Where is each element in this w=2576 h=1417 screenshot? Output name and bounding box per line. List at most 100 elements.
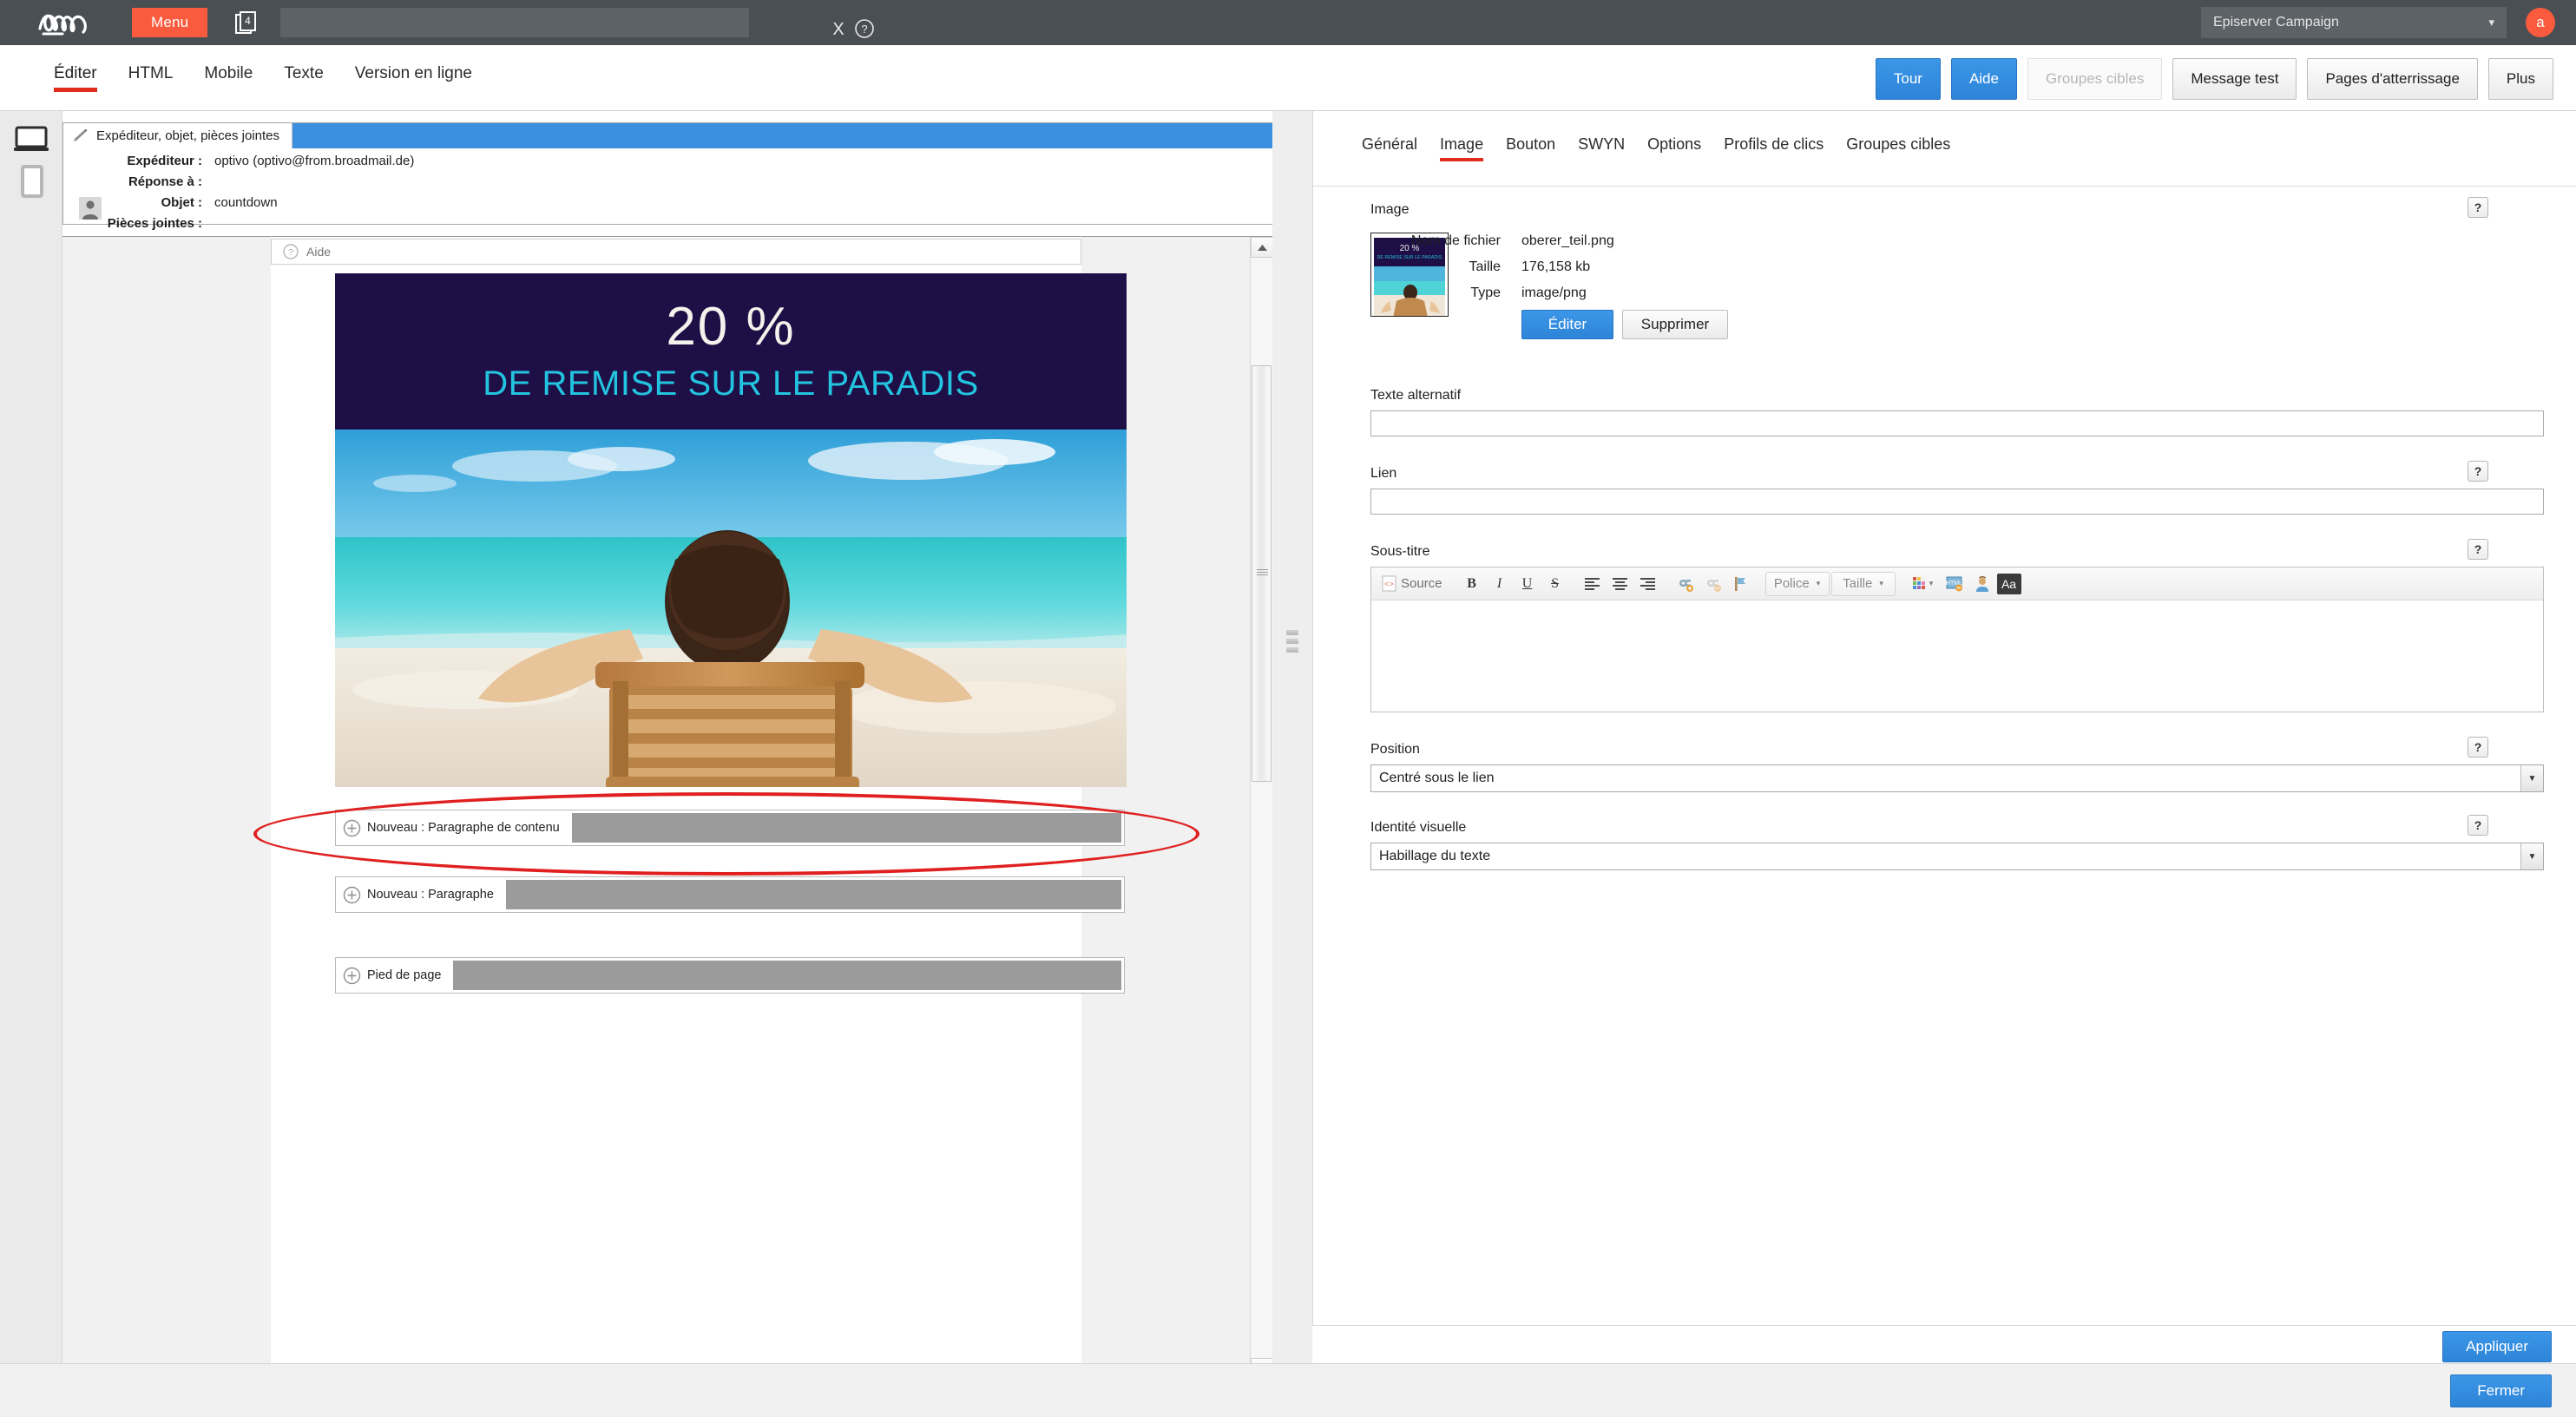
- tab-editer[interactable]: Éditer: [54, 64, 97, 92]
- anchor-button[interactable]: [1728, 571, 1754, 597]
- image-properties-panel: Général Image Bouton SWYN Options Profil…: [1312, 111, 2576, 1325]
- groupes-cibles-button[interactable]: Groupes cibles: [2027, 58, 2163, 100]
- plus-button[interactable]: Plus: [2487, 58, 2553, 100]
- text-color-icon[interactable]: ▾: [1907, 571, 1940, 597]
- size-value: 176,158 kb: [1521, 259, 1591, 274]
- font-size-label: Taille: [1843, 576, 1873, 591]
- block-fill: [571, 813, 1121, 843]
- scrollbar-thumb[interactable]: [1252, 365, 1272, 782]
- unlink-button[interactable]: [1700, 571, 1726, 597]
- aide-block-row[interactable]: ? Aide: [271, 239, 1081, 265]
- html-snippet-icon[interactable]: HTML: [1942, 571, 1968, 597]
- alt-text-input[interactable]: [1370, 410, 2544, 436]
- panel-tabs: Général Image Bouton SWYN Options Profil…: [1362, 135, 1950, 161]
- mobile-preview-icon[interactable]: [21, 165, 43, 198]
- svg-text:<>: <>: [1384, 581, 1394, 589]
- search-help-icon[interactable]: ?: [853, 17, 876, 40]
- episerver-logo-icon: [36, 8, 113, 37]
- objet-label: Objet :: [161, 195, 203, 210]
- position-help-icon[interactable]: ?: [2468, 737, 2488, 758]
- block-pied-de-page[interactable]: Pied de page: [335, 957, 1125, 994]
- pencil-icon: [72, 128, 89, 143]
- plus-circle-icon: [343, 819, 361, 837]
- subtitle-label: Sous-titre: [1370, 544, 1430, 559]
- block-label-wrap: Pied de page: [336, 958, 454, 993]
- subtitle-rich-text-editor[interactable]: <> Source B I U S Police ▾ Taille ▾ ▾ HT…: [1370, 567, 2544, 712]
- sender-box-tab[interactable]: Expéditeur, objet, pièces jointes: [63, 123, 292, 148]
- change-case-button[interactable]: Aa: [1996, 573, 2021, 594]
- tab-image[interactable]: Image: [1440, 135, 1484, 161]
- tab-swyn[interactable]: SWYN: [1578, 135, 1625, 161]
- global-search-input[interactable]: X ?: [280, 8, 875, 39]
- block-label-text: Nouveau : Paragraphe: [367, 888, 494, 902]
- personalization-icon[interactable]: [1969, 571, 1995, 597]
- aide-button[interactable]: Aide: [1950, 58, 2017, 100]
- block-nouveau-paragraphe-de-contenu[interactable]: Nouveau : Paragraphe de contenu: [335, 810, 1125, 846]
- close-button[interactable]: Fermer: [2450, 1374, 2552, 1407]
- insert-link-button[interactable]: [1672, 571, 1699, 597]
- sender-subject-attachments-box: Expéditeur, objet, pièces jointes Expédi…: [62, 122, 1298, 231]
- subtitle-editor-content[interactable]: [1371, 600, 2543, 712]
- tab-texte[interactable]: Texte: [284, 64, 323, 92]
- underline-button[interactable]: U: [1515, 571, 1541, 597]
- tab-profils-de-clics[interactable]: Profils de clics: [1724, 135, 1824, 161]
- tab-general[interactable]: Général: [1362, 135, 1417, 161]
- position-value: Centré sous le lien: [1379, 771, 1495, 785]
- tab-version-en-ligne[interactable]: Version en ligne: [355, 64, 472, 92]
- source-button[interactable]: <> Source: [1377, 571, 1448, 597]
- visual-identity-select[interactable]: Habillage du texte ▼: [1370, 843, 2544, 870]
- edit-image-button[interactable]: Éditer: [1521, 310, 1613, 339]
- chevron-down-icon: ▼: [2520, 765, 2543, 791]
- image-help-icon[interactable]: ?: [2468, 197, 2488, 218]
- editor-toolbar: <> Source B I U S Police ▾ Taille ▾ ▾ HT…: [1371, 567, 2543, 600]
- plus-circle-icon: [343, 886, 361, 904]
- align-left-button[interactable]: [1580, 571, 1606, 597]
- objet-value[interactable]: countdown: [214, 195, 278, 210]
- meta-row-filename: Nom de fichier oberer_teil.png: [1370, 233, 1909, 249]
- type-label: Type: [1470, 285, 1501, 300]
- panel-splitter[interactable]: [1272, 111, 1312, 1417]
- font-family-combo[interactable]: Police ▾: [1764, 571, 1830, 596]
- delete-image-button[interactable]: Supprimer: [1622, 310, 1728, 339]
- svg-text:4: 4: [245, 15, 251, 27]
- panel-footer: Appliquer: [1312, 1325, 2576, 1363]
- scroll-up-arrow-icon[interactable]: [1251, 237, 1272, 258]
- message-test-button[interactable]: Message test: [2172, 58, 2297, 100]
- tab-mobile[interactable]: Mobile: [204, 64, 253, 92]
- align-center-button[interactable]: [1607, 571, 1633, 597]
- editor-tabs: Éditer HTML Mobile Texte Version en lign…: [54, 64, 472, 92]
- tab-html[interactable]: HTML: [128, 64, 174, 92]
- expediteur-value[interactable]: optivo (optivo@from.broadmail.de): [214, 154, 414, 168]
- pages-atterrissage-button[interactable]: Pages d'atterrissage: [2307, 58, 2478, 100]
- link-help-icon[interactable]: ?: [2468, 461, 2488, 482]
- avatar[interactable]: a: [2526, 8, 2555, 37]
- align-right-button[interactable]: [1635, 571, 1661, 597]
- tab-options[interactable]: Options: [1647, 135, 1701, 161]
- copy-pages-icon[interactable]: 4: [232, 8, 261, 37]
- block-nouveau-paragraphe[interactable]: Nouveau : Paragraphe: [335, 876, 1125, 913]
- beach-photo[interactable]: [335, 430, 1127, 787]
- tab-groupes-cibles[interactable]: Groupes cibles: [1846, 135, 1950, 161]
- menu-button[interactable]: Menu: [132, 8, 208, 37]
- block-fill: [505, 880, 1121, 909]
- italic-button[interactable]: I: [1487, 571, 1513, 597]
- visual-identity-help-icon[interactable]: ?: [2468, 815, 2488, 836]
- apply-button[interactable]: Appliquer: [2442, 1331, 2552, 1362]
- link-input[interactable]: [1370, 489, 2544, 515]
- preview-scrollbar[interactable]: [1250, 237, 1272, 1379]
- chevron-down-icon: ▾: [2488, 16, 2494, 29]
- account-selector[interactable]: Episerver Campaign ▾: [2201, 7, 2507, 38]
- bottom-bar: Fermer: [0, 1363, 2576, 1417]
- clear-search-icon[interactable]: X: [832, 20, 844, 40]
- email-banner[interactable]: 20 % DE REMISE SUR LE PARADIS: [335, 273, 1127, 430]
- account-label: Episerver Campaign: [2213, 15, 2339, 30]
- meta-row-size: Taille 176,158 kb: [1370, 259, 1909, 275]
- strikethrough-button[interactable]: S: [1542, 571, 1568, 597]
- subtitle-help-icon[interactable]: ?: [2468, 539, 2488, 560]
- bold-button[interactable]: B: [1459, 571, 1485, 597]
- desktop-preview-icon[interactable]: [14, 125, 49, 153]
- font-size-combo[interactable]: Taille ▾: [1830, 571, 1896, 596]
- tab-bouton[interactable]: Bouton: [1506, 135, 1555, 161]
- tour-button[interactable]: Tour: [1875, 58, 1941, 100]
- position-select[interactable]: Centré sous le lien ▼: [1370, 764, 2544, 792]
